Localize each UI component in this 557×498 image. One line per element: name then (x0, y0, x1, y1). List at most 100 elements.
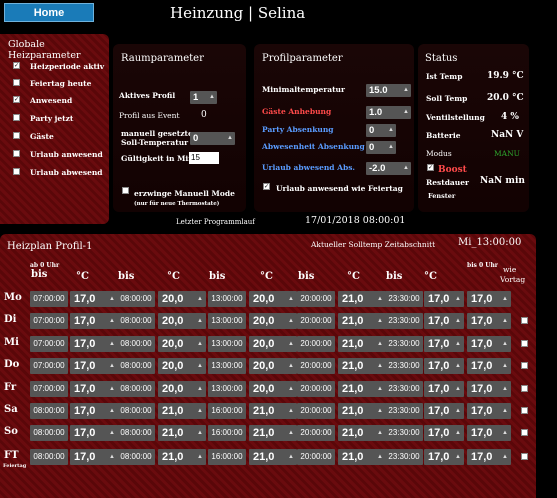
time-cell-6-1[interactable]: 08:00:00 (117, 425, 155, 441)
temp-select-2-3[interactable]: 21,0 ▲ (338, 336, 386, 352)
time-cell-2-1[interactable]: 08:00:00 (117, 336, 155, 352)
wie-vortag-checkbox-1[interactable] (521, 317, 528, 324)
time-cell-6-2[interactable]: 16:00:00 (208, 425, 246, 441)
profile-select-4[interactable]: -2.0 ▲ (366, 162, 411, 175)
wie-vortag-checkbox-2[interactable] (521, 340, 528, 347)
temp-select-4-4[interactable]: 17,0 ▲ (424, 381, 464, 397)
time-cell-7-0[interactable]: 08:00:00 (30, 449, 68, 465)
time-cell-0-0[interactable]: 07:00:00 (30, 291, 68, 307)
time-cell-1-0[interactable]: 07:00:00 (30, 313, 68, 329)
time-cell-4-4[interactable]: 23:30:00 (385, 381, 423, 397)
time-cell-6-3[interactable]: 20:00:00 (297, 425, 335, 441)
time-cell-4-1[interactable]: 08:00:00 (117, 381, 155, 397)
temp-select-0-1[interactable]: 20,0 ▲ (158, 291, 206, 307)
temp-select-2-2[interactable]: 20,0 ▲ (249, 336, 297, 352)
time-cell-5-3[interactable]: 20:00:00 (297, 403, 335, 419)
time-cell-4-3[interactable]: 20:00:00 (297, 381, 335, 397)
temp-select-2-4[interactable]: 17,0 ▲ (424, 336, 464, 352)
temp-select-7-4[interactable]: 17,0 ▲ (424, 449, 464, 465)
temp-select-3-2[interactable]: 20,0 ▲ (249, 358, 297, 374)
global-checkbox-1[interactable] (13, 79, 20, 86)
time-cell-1-1[interactable]: 08:00:00 (117, 313, 155, 329)
profile-select-2[interactable]: 0 ▲ (366, 124, 396, 137)
temp-select-6-1[interactable]: 21,0 ▲ (158, 425, 206, 441)
time-cell-1-2[interactable]: 13:00:00 (208, 313, 246, 329)
time-cell-5-2[interactable]: 16:00:00 (208, 403, 246, 419)
time-cell-3-3[interactable]: 20:00:00 (297, 358, 335, 374)
temp-select-1-0[interactable]: 17,0 ▲ (70, 313, 118, 329)
active-profile-select[interactable]: 1 ▲ (190, 91, 217, 104)
temp-select-6-2[interactable]: 21,0 ▲ (249, 425, 297, 441)
time-cell-7-3[interactable]: 20:00:00 (297, 449, 335, 465)
time-cell-3-1[interactable]: 08:00:00 (117, 358, 155, 374)
boost-checkbox[interactable]: ✓ (427, 164, 434, 171)
time-cell-2-0[interactable]: 07:00:00 (30, 336, 68, 352)
temp-select-4-0[interactable]: 17,0 ▲ (70, 381, 118, 397)
temp-select-7-0[interactable]: 17,0 ▲ (70, 449, 118, 465)
temp-select-7-5[interactable]: 17,0 ▲ (467, 449, 511, 465)
temp-select-7-3[interactable]: 21,0 ▲ (338, 449, 386, 465)
temp-select-2-5[interactable]: 17,0 ▲ (467, 336, 511, 352)
home-button[interactable]: Home (4, 3, 94, 22)
time-cell-5-1[interactable]: 08:00:00 (117, 403, 155, 419)
temp-select-2-1[interactable]: 20,0 ▲ (158, 336, 206, 352)
manual-temp-select[interactable]: 0 ▲ (190, 132, 235, 145)
time-cell-3-4[interactable]: 23:30:00 (385, 358, 423, 374)
time-cell-0-1[interactable]: 08:00:00 (117, 291, 155, 307)
temp-select-2-0[interactable]: 17,0 ▲ (70, 336, 118, 352)
time-cell-4-0[interactable]: 07:00:00 (30, 381, 68, 397)
temp-select-6-5[interactable]: 17,0 ▲ (467, 425, 511, 441)
time-cell-4-2[interactable]: 13:00:00 (208, 381, 246, 397)
temp-select-7-1[interactable]: 21,0 ▲ (158, 449, 206, 465)
profile-select-0[interactable]: 15.0 ▲ (366, 84, 411, 97)
temp-select-7-2[interactable]: 21,0 ▲ (249, 449, 297, 465)
temp-select-5-5[interactable]: 17,0 ▲ (467, 403, 511, 419)
time-cell-0-2[interactable]: 13:00:00 (208, 291, 246, 307)
temp-select-3-3[interactable]: 21,0 ▲ (338, 358, 386, 374)
temp-select-0-3[interactable]: 21,0 ▲ (338, 291, 386, 307)
temp-select-4-5[interactable]: 17,0 ▲ (467, 381, 511, 397)
wie-vortag-checkbox-7[interactable] (521, 453, 528, 460)
temp-select-3-1[interactable]: 20,0 ▲ (158, 358, 206, 374)
temp-select-0-0[interactable]: 17,0 ▲ (70, 291, 118, 307)
validity-input[interactable]: 15 (189, 152, 219, 164)
temp-select-6-0[interactable]: 17,0 ▲ (70, 425, 118, 441)
time-cell-2-2[interactable]: 13:00:00 (208, 336, 246, 352)
temp-select-1-5[interactable]: 17,0 ▲ (467, 313, 511, 329)
wie-vortag-checkbox-4[interactable] (521, 385, 528, 392)
temp-select-4-1[interactable]: 20,0 ▲ (158, 381, 206, 397)
temp-select-1-4[interactable]: 17,0 ▲ (424, 313, 464, 329)
temp-select-5-2[interactable]: 21,0 ▲ (249, 403, 297, 419)
temp-select-3-0[interactable]: 17,0 ▲ (70, 358, 118, 374)
global-checkbox-2[interactable]: ✓ (13, 96, 20, 103)
holiday-checkbox[interactable]: ✓ (263, 183, 270, 190)
temp-select-5-3[interactable]: 21,0 ▲ (338, 403, 386, 419)
wie-vortag-checkbox-6[interactable] (521, 429, 528, 436)
temp-select-6-4[interactable]: 17,0 ▲ (424, 425, 464, 441)
time-cell-1-3[interactable]: 20:00:00 (297, 313, 335, 329)
time-cell-3-2[interactable]: 13:00:00 (208, 358, 246, 374)
temp-select-0-5[interactable]: 17,0 ▲ (467, 291, 511, 307)
temp-select-0-2[interactable]: 20,0 ▲ (249, 291, 297, 307)
force-manual-checkbox[interactable] (122, 187, 129, 194)
global-checkbox-4[interactable] (13, 132, 20, 139)
wie-vortag-checkbox-3[interactable] (521, 362, 528, 369)
time-cell-0-3[interactable]: 20:00:00 (297, 291, 335, 307)
time-cell-2-4[interactable]: 23:30:00 (385, 336, 423, 352)
time-cell-3-0[interactable]: 07:00:00 (30, 358, 68, 374)
time-cell-0-4[interactable]: 23:30:00 (385, 291, 423, 307)
temp-select-5-4[interactable]: 17,0 ▲ (424, 403, 464, 419)
time-cell-7-1[interactable]: 08:00:00 (117, 449, 155, 465)
time-cell-7-2[interactable]: 16:00:00 (208, 449, 246, 465)
temp-select-0-4[interactable]: 17,0 ▲ (424, 291, 464, 307)
global-checkbox-6[interactable] (13, 168, 20, 175)
time-cell-5-4[interactable]: 23:30:00 (385, 403, 423, 419)
temp-select-1-1[interactable]: 20,0 ▲ (158, 313, 206, 329)
time-cell-6-0[interactable]: 08:00:00 (30, 425, 68, 441)
temp-select-1-3[interactable]: 21,0 ▲ (338, 313, 386, 329)
temp-select-4-2[interactable]: 20,0 ▲ (249, 381, 297, 397)
time-cell-2-3[interactable]: 20:00:00 (297, 336, 335, 352)
global-checkbox-3[interactable] (13, 114, 20, 121)
temp-select-3-5[interactable]: 17,0 ▲ (467, 358, 511, 374)
temp-select-6-3[interactable]: 21,0 ▲ (338, 425, 386, 441)
